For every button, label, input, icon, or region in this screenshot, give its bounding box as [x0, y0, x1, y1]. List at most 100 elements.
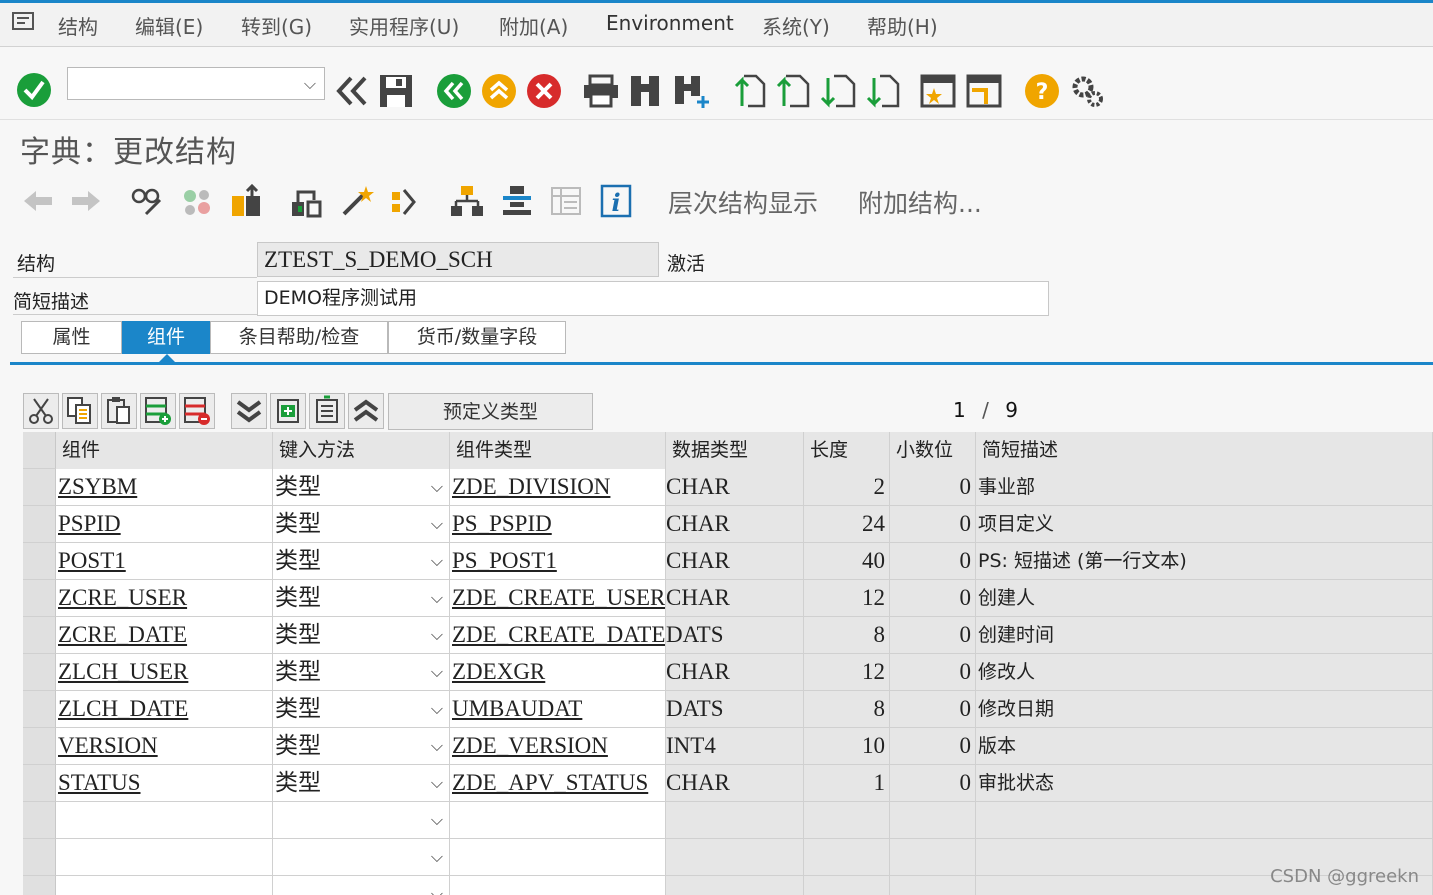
component-cell[interactable]: ZLCH_USER: [56, 654, 273, 691]
typing-method-cell[interactable]: ⌵: [273, 876, 450, 895]
tab-currency-quantity[interactable]: 货币/数量字段: [388, 321, 566, 354]
component-type-cell[interactable]: [450, 802, 666, 839]
delete-row-button[interactable]: [179, 393, 215, 429]
append-structure-button[interactable]: 附加结构...: [858, 184, 982, 220]
row-selector[interactable]: [23, 543, 56, 580]
move-down-button[interactable]: [231, 393, 267, 429]
typing-method-cell[interactable]: 类型 ⌵: [273, 469, 450, 506]
enter-icon[interactable]: [16, 72, 52, 112]
component-type-cell[interactable]: ZDE_DIVISION: [450, 469, 666, 506]
chevron-down-icon[interactable]: ⌵: [431, 728, 443, 764]
row-selector[interactable]: [23, 654, 56, 691]
typing-method-cell[interactable]: 类型 ⌵: [273, 728, 450, 765]
insert-include-button[interactable]: [270, 393, 306, 429]
forward-arrow-icon[interactable]: [70, 188, 102, 218]
expand-include-button[interactable]: [309, 393, 345, 429]
component-type-cell[interactable]: ZDE_APV_STATUS: [450, 765, 666, 802]
typing-method-cell[interactable]: 类型 ⌵: [273, 617, 450, 654]
chevron-down-icon[interactable]: ⌵: [431, 839, 443, 875]
component-cell[interactable]: [56, 802, 273, 839]
chevron-down-icon[interactable]: ⌵: [431, 617, 443, 653]
chevron-down-icon[interactable]: ⌵: [431, 580, 443, 616]
typing-method-cell[interactable]: ⌵: [273, 839, 450, 876]
col-header-typing-method[interactable]: 键入方法: [273, 432, 450, 469]
component-type-cell[interactable]: [450, 839, 666, 876]
new-session-icon[interactable]: [920, 74, 958, 112]
typing-method-cell[interactable]: 类型 ⌵: [273, 543, 450, 580]
where-used-icon[interactable]: [340, 184, 374, 222]
tab-attributes[interactable]: 属性: [21, 321, 122, 354]
menu-system[interactable]: 系统(Y): [762, 11, 830, 40]
tab-components[interactable]: 组件: [122, 321, 210, 354]
align-center-icon[interactable]: [500, 184, 534, 222]
component-cell[interactable]: ZSYBM: [56, 469, 273, 506]
find-icon[interactable]: [628, 74, 664, 112]
cut-button[interactable]: [23, 393, 59, 429]
active-inactive-icon[interactable]: [180, 186, 214, 222]
component-type-cell[interactable]: UMBAUDAT: [450, 691, 666, 728]
row-selector[interactable]: [23, 691, 56, 728]
row-selector[interactable]: [23, 617, 56, 654]
component-cell[interactable]: POST1: [56, 543, 273, 580]
paste-button[interactable]: [101, 393, 137, 429]
component-cell[interactable]: VERSION: [56, 728, 273, 765]
row-selector[interactable]: [23, 802, 56, 839]
col-header-component-type[interactable]: 组件类型: [450, 432, 666, 469]
col-header-short-desc[interactable]: 简短描述: [976, 432, 1433, 469]
cancel-icon[interactable]: [526, 73, 562, 113]
component-type-cell[interactable]: [450, 876, 666, 895]
chevron-down-icon[interactable]: ⌵: [431, 765, 443, 801]
back-arrow-icon[interactable]: [22, 188, 54, 218]
component-cell[interactable]: STATUS: [56, 765, 273, 802]
chevron-down-icon[interactable]: ⌵: [431, 802, 443, 838]
chevron-down-icon[interactable]: ⌵: [431, 654, 443, 690]
col-header-data-type[interactable]: 数据类型: [666, 432, 804, 469]
check-icon[interactable]: [230, 183, 264, 222]
component-type-cell[interactable]: ZDE_CREATE_DATE: [450, 617, 666, 654]
table-view-icon[interactable]: [550, 186, 582, 220]
component-cell[interactable]: ZLCH_DATE: [56, 691, 273, 728]
menu-help[interactable]: 帮助(H): [867, 11, 938, 40]
move-up-button[interactable]: [348, 393, 384, 429]
short-desc-field[interactable]: DEMO程序测试用: [257, 281, 1049, 316]
typing-method-cell[interactable]: 类型 ⌵: [273, 506, 450, 543]
component-type-cell[interactable]: PS_PSPID: [450, 506, 666, 543]
component-type-cell[interactable]: PS_POST1: [450, 543, 666, 580]
insert-row-button[interactable]: [140, 393, 176, 429]
generate-shortcut-icon[interactable]: [966, 74, 1004, 112]
next-page-icon[interactable]: [820, 74, 856, 112]
chevron-down-icon[interactable]: ⌵: [431, 469, 443, 505]
hierarchy-display-button[interactable]: 层次结构显示: [668, 184, 818, 220]
chevron-down-icon[interactable]: ⌵: [431, 876, 443, 895]
copy-button[interactable]: [62, 393, 98, 429]
display-change-icon[interactable]: [130, 184, 164, 222]
previous-page-icon[interactable]: [776, 74, 812, 112]
component-cell[interactable]: PSPID: [56, 506, 273, 543]
row-selector[interactable]: [23, 469, 56, 506]
component-cell[interactable]: ZCRE_USER: [56, 580, 273, 617]
menu-edit[interactable]: 编辑(E): [135, 11, 203, 40]
double-back-icon[interactable]: [335, 75, 369, 111]
help-icon[interactable]: ?: [1024, 73, 1060, 113]
typing-method-cell[interactable]: 类型 ⌵: [273, 691, 450, 728]
component-type-cell[interactable]: ZDE_VERSION: [450, 728, 666, 765]
row-selector[interactable]: [23, 580, 56, 617]
row-selector[interactable]: [23, 765, 56, 802]
col-header-length[interactable]: 长度: [804, 432, 890, 469]
typing-method-cell[interactable]: 类型 ⌵: [273, 654, 450, 691]
settings-gear-icon[interactable]: [1068, 73, 1106, 113]
menu-icon[interactable]: [12, 11, 38, 33]
tab-input-help[interactable]: 条目帮助/检查: [210, 321, 388, 354]
typing-method-cell[interactable]: 类型 ⌵: [273, 580, 450, 617]
chevron-down-icon[interactable]: ⌵: [431, 691, 443, 727]
component-type-cell[interactable]: ZDEXGR: [450, 654, 666, 691]
print-icon[interactable]: [582, 74, 620, 112]
chevron-down-icon[interactable]: ⌵: [431, 543, 443, 579]
find-next-icon[interactable]: [672, 74, 712, 112]
component-cell[interactable]: [56, 839, 273, 876]
hierarchy-icon[interactable]: [450, 184, 484, 222]
menu-structure[interactable]: 结构: [58, 11, 98, 40]
menu-goto[interactable]: 转到(G): [241, 11, 312, 40]
row-selector[interactable]: [23, 876, 56, 895]
exit-icon[interactable]: [481, 73, 517, 113]
